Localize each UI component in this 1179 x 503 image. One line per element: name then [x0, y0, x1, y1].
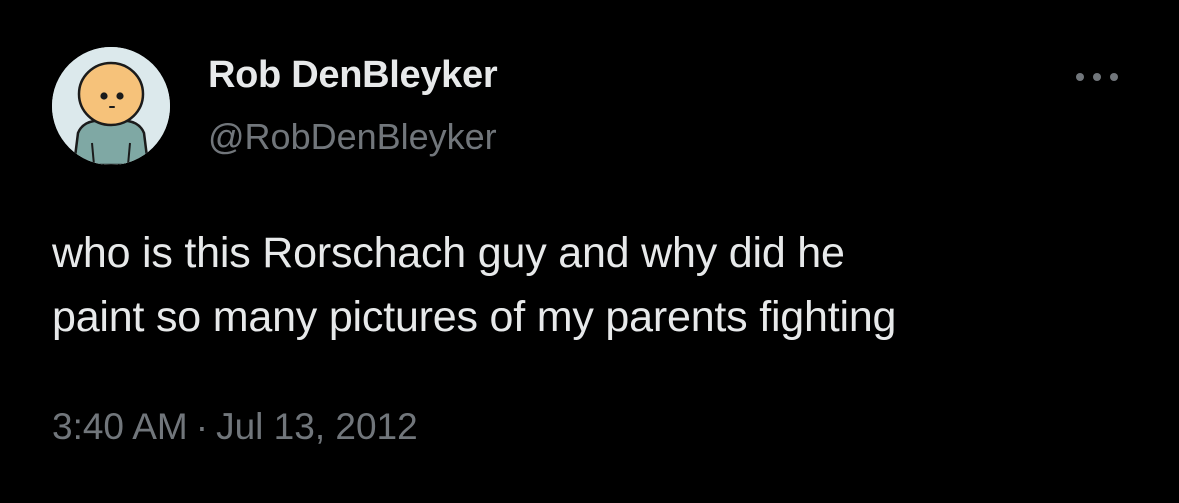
cartoon-character-icon — [52, 47, 170, 165]
more-options-button[interactable] — [1068, 60, 1126, 94]
tweet-text: who is this Rorschach guy and why did he… — [52, 221, 1152, 349]
author-handle[interactable]: @RobDenBleyker — [208, 116, 497, 158]
timestamp-separator: · — [195, 406, 209, 447]
tweet-text-line: who is this Rorschach guy and why did he — [52, 229, 845, 277]
more-dots-icon — [1076, 73, 1118, 81]
tweet-card: Rob DenBleyker @RobDenBleyker who is thi… — [0, 0, 1179, 503]
tweet-time[interactable]: 3:40 AM — [52, 406, 188, 447]
author-display-name[interactable]: Rob DenBleyker — [208, 54, 498, 97]
tweet-date[interactable]: Jul 13, 2012 — [216, 406, 418, 447]
tweet-timestamp: 3:40 AM · Jul 13, 2012 — [52, 406, 418, 448]
avatar[interactable] — [52, 47, 170, 165]
tweet-text-line: paint so many pictures of my parents fig… — [52, 293, 897, 341]
